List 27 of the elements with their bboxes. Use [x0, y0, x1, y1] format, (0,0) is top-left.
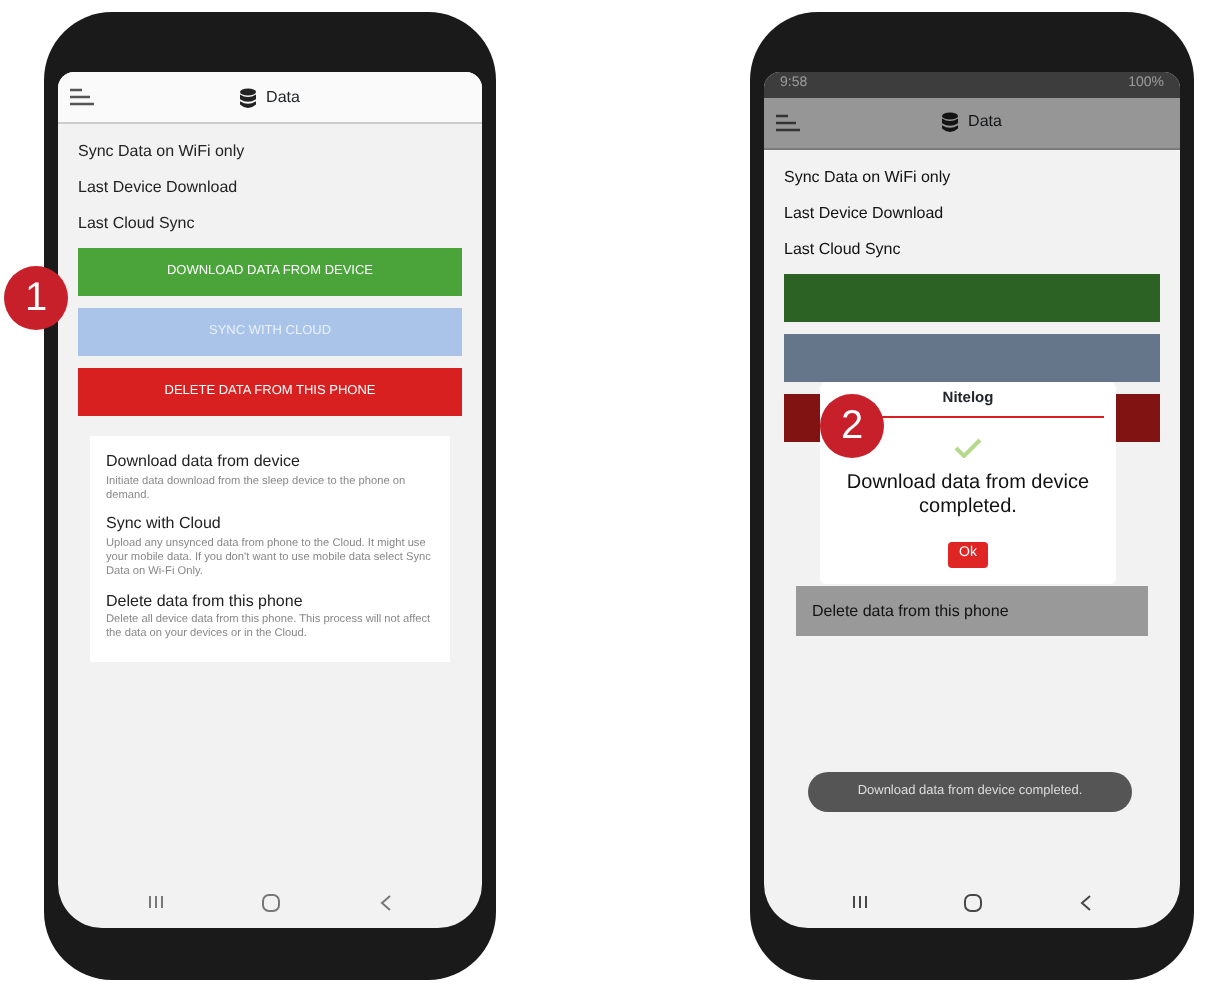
back-icon[interactable]: [1079, 894, 1092, 912]
database-icon: [240, 87, 257, 107]
setting-label: Last Cloud Sync: [78, 212, 197, 236]
setting-label: Last Device Download: [78, 176, 240, 200]
download-button[interactable]: [784, 273, 1160, 321]
back-icon[interactable]: [380, 894, 393, 912]
sync-button[interactable]: [784, 333, 1160, 381]
setting-label: Sync Data on WiFi only: [784, 165, 953, 189]
recent-apps-icon[interactable]: [147, 894, 164, 910]
dialog-message: Download data from device completed.: [844, 472, 1092, 521]
header-title: Data: [968, 110, 1002, 134]
home-icon[interactable]: [262, 894, 281, 912]
recent-apps-icon[interactable]: [852, 894, 869, 910]
section-heading: Sync with Cloud: [106, 514, 223, 534]
menu-icon[interactable]: [70, 88, 94, 106]
home-icon[interactable]: [964, 894, 983, 912]
setting-label: Sync Data on WiFi only: [78, 140, 247, 164]
database-icon: [942, 112, 959, 132]
checkmark-icon: [954, 438, 982, 459]
step-number: 1: [4, 266, 68, 330]
menu-icon[interactable]: [776, 113, 800, 131]
header-title: Data: [266, 85, 300, 109]
section-heading: Delete data from this phone: [106, 591, 305, 611]
section-heading: Download data from device: [106, 452, 302, 472]
setting-label: Last Cloud Sync: [784, 237, 903, 261]
setting-label: Last Device Download: [784, 201, 946, 225]
section-heading: Delete data from this phone: [812, 601, 1011, 621]
